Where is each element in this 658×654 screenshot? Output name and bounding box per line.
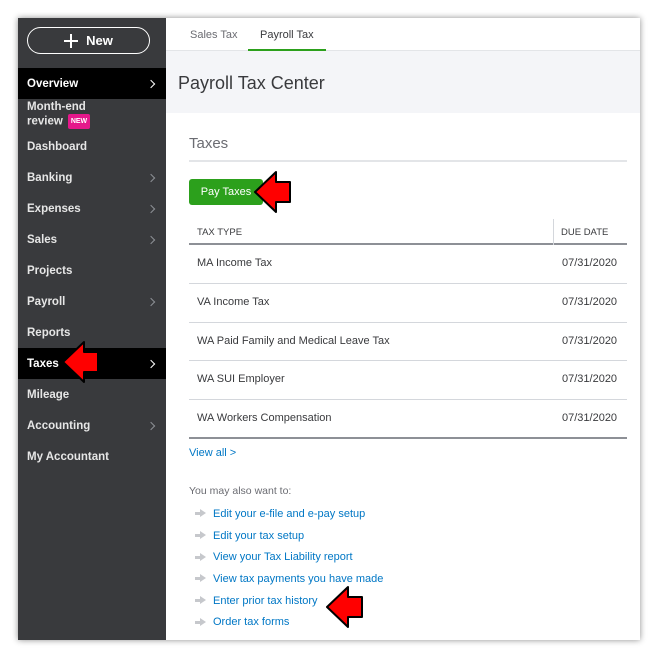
view-all-link[interactable]: View all > (189, 447, 236, 459)
section-divider (189, 160, 627, 162)
also-want-label: You may also want to: (189, 485, 292, 497)
chevron-right-icon (146, 359, 156, 368)
plus-icon (64, 33, 79, 48)
sidebar-item-label: Accounting (27, 419, 91, 432)
table-row[interactable]: WA Paid Family and Medical Leave Tax 07/… (189, 323, 627, 362)
new-button[interactable]: New (27, 27, 150, 54)
link-tax-liability-report[interactable]: View your Tax Liability report (195, 546, 383, 568)
link-label: Enter prior tax history (213, 594, 318, 607)
chevron-right-icon (146, 421, 156, 430)
sidebar-item-accounting[interactable]: Accounting (18, 410, 166, 441)
chevron-right-icon (146, 204, 156, 213)
app-window: New Overview Month-end review NEW Dashboa… (18, 18, 640, 640)
sidebar-item-label: Sales (27, 233, 58, 246)
sidebar-item-my-accountant[interactable]: My Accountant (18, 441, 166, 472)
new-button-label: New (86, 33, 113, 48)
arrow-right-icon (195, 531, 206, 540)
tab-bar: Sales Tax Payroll Tax (166, 18, 640, 52)
table-row[interactable]: WA Workers Compensation 07/31/2020 (189, 400, 627, 439)
table-row[interactable]: MA Income Tax 07/31/2020 (189, 245, 627, 284)
sidebar-item-dashboard[interactable]: Dashboard (18, 131, 166, 162)
sidebar-item-label: Taxes (27, 357, 59, 370)
due-date-cell: 07/31/2020 (562, 412, 618, 425)
chevron-right-icon (146, 297, 156, 306)
tax-type-cell: WA SUI Employer (197, 373, 285, 386)
section-title: Taxes (189, 135, 229, 152)
table-header: TAX TYPE DUE DATE (189, 219, 627, 245)
arrow-right-icon (195, 509, 206, 518)
sidebar-item-label: Overview (27, 77, 79, 90)
sidebar-item-label: Reports (27, 326, 71, 339)
link-label: View tax payments you have made (213, 572, 384, 585)
sidebar-item-banking[interactable]: Banking (18, 162, 166, 193)
sidebar-item-label: Banking (27, 171, 73, 184)
due-date-cell: 07/31/2020 (562, 373, 618, 386)
table-row[interactable]: WA SUI Employer 07/31/2020 (189, 361, 627, 401)
sidebar-item-month-end-review[interactable]: Month-end review NEW (18, 99, 166, 131)
arrow-right-icon (195, 574, 206, 583)
table-row[interactable]: VA Income Tax 07/31/2020 (189, 284, 627, 323)
tax-type-cell: VA Income Tax (197, 295, 270, 308)
sidebar-item-label: Dashboard (27, 140, 88, 153)
tab-payroll-tax[interactable]: Payroll Tax (248, 18, 326, 52)
link-label: Edit your e-file and e-pay setup (213, 507, 366, 520)
sidebar-item-overview[interactable]: Overview (18, 68, 166, 99)
sidebar-item-label: My Accountant (27, 450, 109, 463)
column-divider (553, 219, 554, 245)
chevron-right-icon (146, 173, 156, 182)
due-date-cell: 07/31/2020 (562, 334, 618, 347)
chevron-right-icon (146, 79, 156, 88)
due-date-cell: 07/31/2020 (562, 295, 618, 308)
sidebar-nav: Overview Month-end review NEW Dashboard B… (18, 68, 166, 472)
tab-sales-tax[interactable]: Sales Tax (190, 18, 238, 51)
sidebar-item-label: Mileage (27, 388, 70, 401)
sidebar-item-payroll[interactable]: Payroll (18, 286, 166, 317)
arrow-right-icon (195, 617, 206, 627)
link-label: Edit your tax setup (213, 529, 305, 542)
pay-taxes-button[interactable]: Pay Taxes (189, 179, 263, 205)
column-header-tax-type[interactable]: TAX TYPE (197, 227, 242, 238)
tax-type-cell: WA Workers Compensation (197, 412, 332, 425)
sidebar-item-label: Expenses (27, 202, 81, 215)
sidebar-item-label: Projects (27, 264, 73, 277)
page-title: Payroll Tax Center (178, 73, 325, 93)
annotation-arrow-taxes (62, 341, 99, 383)
main-content: Sales Tax Payroll Tax Payroll Tax Center… (166, 18, 640, 640)
page-header: Payroll Tax Center (166, 51, 640, 113)
arrow-right-icon (195, 552, 206, 562)
sidebar-item-expenses[interactable]: Expenses (18, 193, 166, 224)
new-badge: NEW (67, 114, 91, 129)
chevron-right-icon (146, 235, 156, 244)
sidebar-item-label: Payroll (27, 295, 66, 308)
sidebar-item-projects[interactable]: Projects (18, 255, 166, 286)
column-header-due-date[interactable]: DUE DATE (561, 227, 608, 238)
arrow-right-icon (195, 596, 206, 605)
link-label: View your Tax Liability report (213, 551, 353, 564)
sidebar-item-sales[interactable]: Sales (18, 224, 166, 255)
annotation-arrow-prior-tax-history (326, 586, 363, 628)
annotation-arrow-pay-taxes (254, 171, 291, 213)
link-edit-tax-setup[interactable]: Edit your tax setup (195, 525, 383, 547)
tax-table: TAX TYPE DUE DATE MA Income Tax 07/31/20… (189, 219, 627, 439)
tax-type-cell: MA Income Tax (197, 257, 272, 269)
link-label: Order tax forms (213, 616, 290, 629)
link-edit-efile-setup[interactable]: Edit your e-file and e-pay setup (195, 503, 383, 525)
tax-type-cell: WA Paid Family and Medical Leave Tax (197, 334, 390, 347)
due-date-cell: 07/31/2020 (562, 257, 618, 269)
left-sidebar: New Overview Month-end review NEW Dashboa… (18, 18, 166, 640)
